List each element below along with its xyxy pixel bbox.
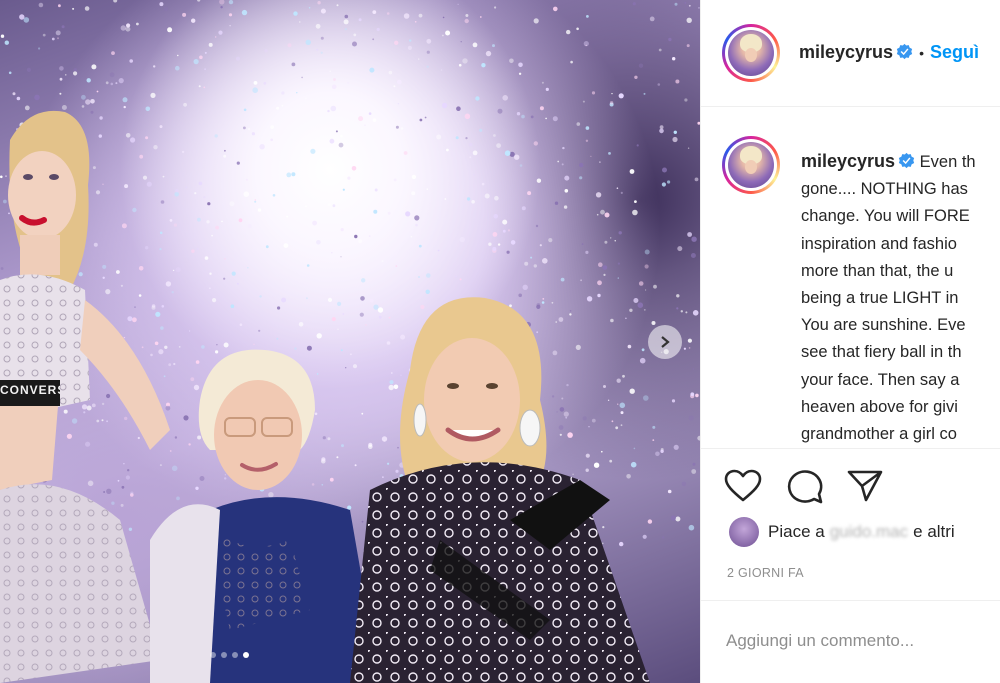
author-avatar[interactable]	[722, 24, 780, 82]
caption-avatar[interactable]	[722, 136, 780, 194]
person-right	[350, 297, 650, 683]
follow-button[interactable]: Seguì	[930, 42, 979, 62]
garment-text: CONVERS	[0, 383, 60, 397]
caption-line: your face. Then say a	[801, 370, 960, 389]
caption-username[interactable]: mileycyrus	[801, 151, 895, 171]
carousel-dot	[221, 652, 227, 658]
carousel-indicator	[210, 652, 249, 658]
carousel-dot-active	[243, 652, 249, 658]
comment-icon	[787, 470, 823, 504]
add-comment-box	[701, 600, 1000, 683]
carousel-dot	[210, 652, 216, 658]
caption-line: more than that, the u	[801, 261, 954, 280]
post-side-panel: mileycyrus • Seguì mileycyrus Even th gone…	[700, 0, 1000, 683]
carousel-dot	[232, 652, 238, 658]
post-timestamp[interactable]: 2 GIORNI FA	[727, 566, 804, 580]
liker-avatar	[729, 517, 759, 547]
post-header: mileycyrus • Seguì	[701, 0, 1000, 107]
heart-icon	[724, 469, 762, 502]
chevron-right-icon	[661, 336, 670, 348]
send-icon	[847, 470, 883, 502]
author-username[interactable]: mileycyrus	[799, 42, 893, 62]
likes-prefix: Piace a	[768, 522, 825, 541]
verified-badge-icon	[896, 43, 913, 60]
comment-button[interactable]	[785, 468, 825, 504]
header-separator: •	[919, 45, 924, 61]
caption-line: see that fiery ball in th	[801, 343, 962, 362]
like-button[interactable]	[723, 468, 763, 504]
caption-line: change. You will FORE	[801, 207, 970, 226]
caption-line: heaven above for givi	[801, 397, 958, 416]
caption-line: grandmother a girl co	[801, 425, 957, 444]
caption-line: You are sunshine. Eve	[801, 316, 966, 335]
likes-summary[interactable]: Piace a guido.mac e altri	[729, 517, 955, 547]
next-photo-button[interactable]	[648, 325, 682, 359]
caption-line: gone.... NOTHING has	[801, 180, 968, 199]
caption-line: being a true LIGHT in	[801, 289, 959, 308]
share-button[interactable]	[845, 468, 885, 504]
likes-user[interactable]: guido.mac	[830, 522, 908, 542]
comment-input[interactable]	[726, 631, 996, 651]
caption-line: inspiration and fashio	[801, 234, 957, 253]
post-photo[interactable]: CONVERS	[0, 0, 700, 683]
post-caption: mileycyrus Even th gone.... NOTHING has …	[801, 148, 1000, 448]
caption-line: Even th	[919, 153, 976, 171]
likes-suffix: e altri	[913, 522, 955, 541]
verified-badge-icon	[898, 152, 915, 169]
post-actions	[701, 448, 1000, 504]
